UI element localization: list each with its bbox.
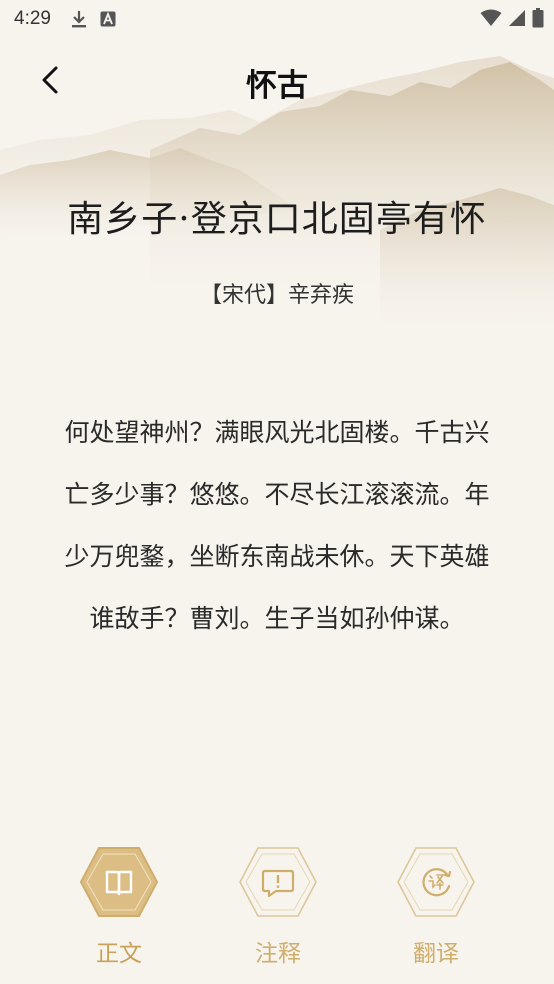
wifi-icon — [480, 9, 502, 31]
app-header: 怀古 — [0, 48, 554, 112]
status-time: 4:29 — [14, 8, 51, 29]
bottom-nav: 正文 注释 翻译 — [0, 840, 554, 980]
nav-label-annotation: 注释 — [255, 941, 301, 967]
signal-icon — [508, 9, 526, 31]
nav-label-main-text: 正文 — [96, 941, 142, 967]
nav-item-translation[interactable]: 翻译 — [386, 840, 486, 970]
status-bar: 4:29 — [0, 0, 554, 38]
poem-line: 何处望神州？满眼风光北固楼。千古兴 — [64, 418, 490, 447]
poem-line: 亡多少事？悠悠。不尽长江滚滚流。年 — [64, 480, 490, 509]
poem-line: 少万兜鍪，坐断东南战未休。天下英雄 — [64, 542, 490, 571]
nav-label-translation: 翻译 — [413, 941, 459, 967]
comment-icon — [261, 869, 295, 898]
battery-icon — [532, 8, 544, 32]
poem-line: 谁敌手？曹刘。生子当如孙仲谋。 — [89, 604, 465, 633]
poem-body: 何处望神州？满眼风光北固楼。千古兴 亡多少事？悠悠。不尽长江滚滚流。年 少万兜鍪… — [34, 402, 520, 650]
download-icon — [70, 9, 88, 33]
nav-item-main-text[interactable]: 正文 — [69, 840, 169, 970]
page-title: 怀古 — [246, 68, 308, 104]
nav-item-annotation[interactable]: 注释 — [228, 840, 328, 970]
font-a-icon — [100, 11, 116, 31]
translate-icon — [422, 868, 452, 897]
poem-author: 【宋代】辛弃疾 — [199, 283, 354, 308]
poem-title: 南乡子·登京口北固亭有怀 — [67, 199, 487, 240]
